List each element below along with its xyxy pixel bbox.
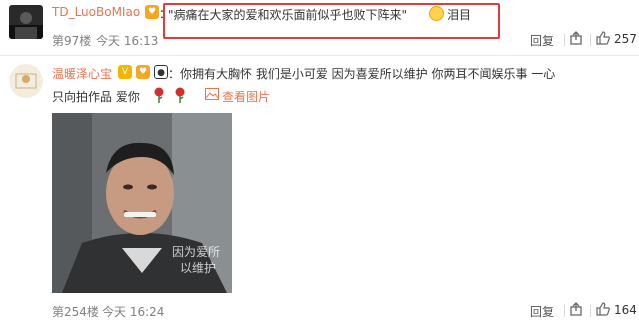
action-separator [590, 34, 591, 46]
like-icon[interactable] [596, 302, 610, 316]
share-icon[interactable] [569, 31, 583, 45]
comment-floor: 第254楼 [52, 305, 99, 319]
reply-button[interactable]: 回复 [530, 32, 554, 49]
avatar[interactable] [9, 64, 43, 98]
share-icon[interactable] [569, 302, 583, 316]
vip-v-icon: V [118, 65, 132, 79]
comment-username[interactable]: 温暖泽心宝 [52, 65, 112, 82]
comment-time: 今天 16:24 [102, 305, 165, 319]
action-separator [564, 34, 565, 46]
comment-item: 温暖泽心宝 V ♥ ● ：你拥有大胸怀 我们是小可爱 因为喜爱所以维护 你两耳不… [0, 56, 639, 332]
comment-feed: TD_LuoBoMIao ♥ ： "病痛在大家的爱和欢乐面前似乎也败下阵来" 泪… [0, 0, 639, 332]
action-separator [564, 305, 565, 317]
comment-item: TD_LuoBoMIao ♥ ： "病痛在大家的爱和欢乐面前似乎也败下阵来" 泪… [0, 0, 639, 52]
panda-icon: ● [154, 65, 168, 79]
comment-username[interactable]: TD_LuoBoMIao [52, 5, 140, 19]
action-separator [590, 305, 591, 317]
comment-quote-text: "病痛在大家的爱和欢乐面前似乎也败下阵来" [168, 8, 408, 22]
rose-icon [173, 87, 187, 103]
view-image-link[interactable]: 查看图片 [222, 88, 270, 105]
picture-icon[interactable] [205, 88, 219, 100]
rose-icon [152, 87, 166, 103]
emoji-label: 泪目 [447, 8, 472, 22]
reply-button[interactable]: 回复 [530, 303, 554, 320]
watermark-text: 因为爱所 [172, 245, 221, 259]
comment-time: 今天 16:13 [96, 34, 159, 48]
comment-text-line2: 只向拍作品 爱你 [52, 90, 140, 104]
heart-badge-icon: ♥ [145, 5, 159, 19]
sweat-smile-icon [429, 6, 444, 21]
like-count: 164 [614, 303, 637, 317]
comment-image[interactable]: 因为爱所 以维护 [52, 113, 232, 293]
watermark-text: 以维护 [180, 261, 217, 275]
like-icon[interactable] [596, 31, 610, 45]
heart-badge-icon: ♥ [136, 65, 150, 79]
comment-text-line1: ：你拥有大胸怀 我们是小可爱 因为喜爱所以维护 你两耳不闻娱乐事 一心 [168, 67, 556, 81]
comment-floor: 第97楼 [52, 34, 92, 48]
avatar[interactable] [9, 5, 43, 39]
like-count: 257 [614, 32, 637, 46]
